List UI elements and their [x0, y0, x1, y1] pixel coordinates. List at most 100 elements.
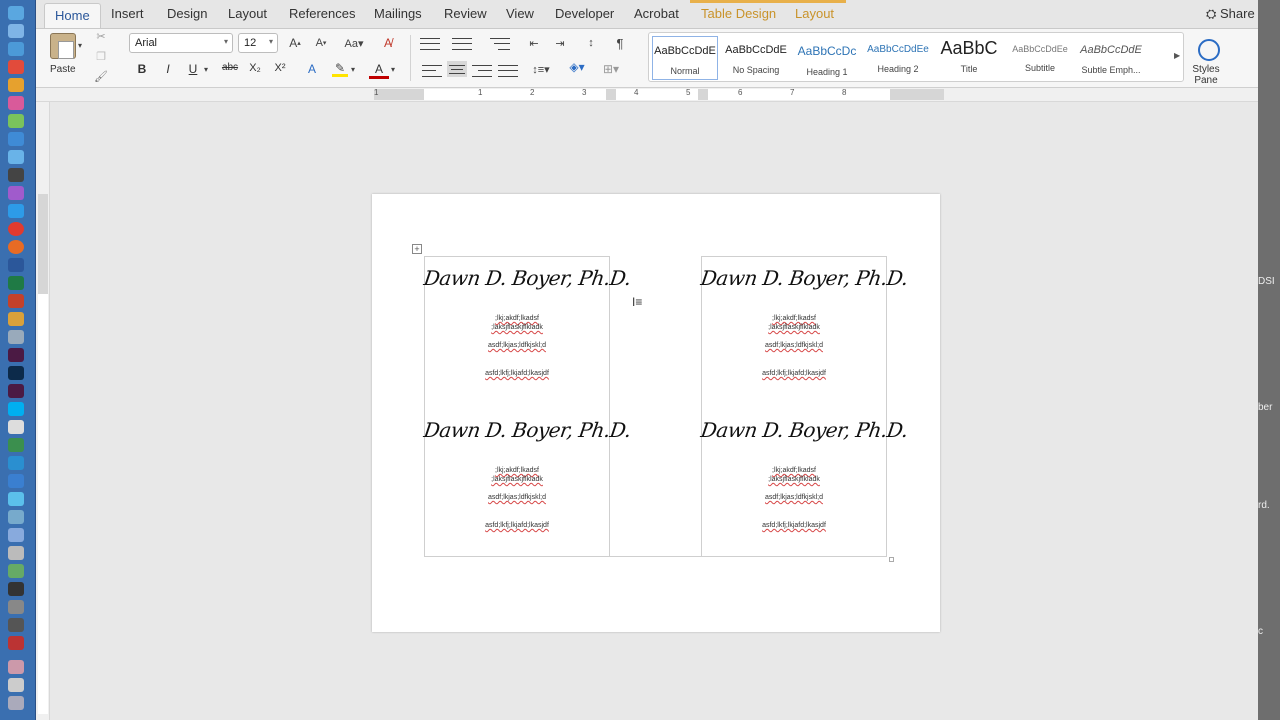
dock-app-icon[interactable]: [8, 348, 24, 362]
table-resize-handle[interactable]: [889, 557, 894, 562]
dock-app-icon[interactable]: [8, 204, 24, 218]
style-normal[interactable]: AaBbCcDdE Normal: [652, 36, 718, 80]
style-subtle-emphasis[interactable]: AaBbCcDdE Subtle Emph...: [1078, 36, 1144, 80]
align-center-icon[interactable]: [447, 61, 467, 77]
dock-app-icon[interactable]: [8, 312, 24, 326]
dock-app-icon[interactable]: [8, 132, 24, 146]
dock-app-icon[interactable]: [8, 510, 24, 524]
dock-app-icon[interactable]: [8, 6, 24, 20]
dock-app-icon[interactable]: [8, 258, 24, 272]
line-spacing-icon[interactable]: ↕≡▾: [526, 61, 556, 77]
share-button[interactable]: ⛭ Share: [1206, 6, 1255, 22]
dock-app-icon[interactable]: [8, 564, 24, 578]
dock-app-icon[interactable]: [8, 420, 24, 434]
dock-app-icon[interactable]: [8, 438, 24, 452]
tab-acrobat[interactable]: Acrobat: [634, 6, 679, 21]
style-title[interactable]: AaBbC Title: [936, 36, 1002, 80]
clear-formatting-icon[interactable]: A̸: [378, 35, 398, 51]
paste-label[interactable]: Paste: [50, 64, 76, 75]
multilevel-list-icon[interactable]: [490, 36, 510, 52]
italic-button[interactable]: I: [158, 62, 178, 76]
tab-insert[interactable]: Insert: [111, 6, 144, 21]
tab-layout[interactable]: Layout: [228, 6, 267, 21]
shrink-font-icon[interactable]: A ▾: [310, 35, 332, 51]
underline-button[interactable]: U: [183, 62, 203, 76]
dock-app-icon[interactable]: [8, 24, 24, 38]
dock-app-icon[interactable]: [8, 402, 24, 416]
tab-view[interactable]: View: [506, 6, 534, 21]
style-heading-1[interactable]: AaBbCcDc Heading 1: [794, 36, 860, 80]
dock-app-icon[interactable]: [8, 546, 24, 560]
dock-app-icon[interactable]: [8, 60, 24, 74]
numbering-icon[interactable]: [452, 36, 472, 52]
tab-references[interactable]: References: [289, 6, 355, 21]
dock-app-icon[interactable]: [8, 528, 24, 542]
dock-app-icon[interactable]: [8, 96, 24, 110]
tab-table-layout[interactable]: Layout: [795, 6, 834, 21]
copy-icon[interactable]: ❐: [94, 49, 108, 63]
tab-mailings[interactable]: Mailings: [374, 6, 422, 21]
change-case-icon[interactable]: Aa▾: [340, 35, 368, 51]
tab-design[interactable]: Design: [167, 6, 207, 21]
dock-app-icon[interactable]: [8, 660, 24, 674]
gallery-next-icon[interactable]: ▶: [1174, 51, 1180, 60]
dock-app-icon[interactable]: [8, 582, 24, 596]
styles-pane-button[interactable]: Styles Pane: [1186, 64, 1226, 86]
style-heading-2[interactable]: AaBbCcDdEe Heading 2: [865, 36, 931, 80]
borders-icon[interactable]: ⊞▾: [596, 61, 626, 77]
show-marks-icon[interactable]: ¶: [610, 35, 630, 51]
table-move-handle-icon[interactable]: +: [412, 244, 422, 254]
dock-app-icon[interactable]: [8, 276, 24, 290]
styles-pane-icon[interactable]: [1198, 39, 1220, 61]
dock-app-icon[interactable]: [8, 384, 24, 398]
dock-app-icon[interactable]: [8, 150, 24, 164]
address-label[interactable]: Dawn D. Boyer, Ph.D. ;lkj;akdf;lkadsf ;l…: [422, 266, 632, 378]
dock-app-icon[interactable]: [8, 222, 24, 236]
style-no-spacing[interactable]: AaBbCcDdE No Spacing: [723, 36, 789, 80]
font-size-combo[interactable]: 12 ▾: [238, 33, 278, 53]
dock-app-icon[interactable]: [8, 240, 24, 254]
increase-indent-icon[interactable]: ⇥: [550, 35, 570, 51]
align-right-icon[interactable]: [472, 63, 492, 79]
dock-app-icon[interactable]: [8, 366, 24, 380]
vertical-ruler[interactable]: [36, 102, 50, 720]
dock-app-icon[interactable]: [8, 330, 24, 344]
dock-app-icon[interactable]: [8, 114, 24, 128]
highlight-dropdown-icon[interactable]: ▾: [351, 65, 355, 74]
dock-app-icon[interactable]: [8, 492, 24, 506]
justify-icon[interactable]: [498, 63, 518, 79]
dock-app-icon[interactable]: [8, 294, 24, 308]
dock-app-icon[interactable]: [8, 78, 24, 92]
shading-icon[interactable]: ◈▾: [564, 59, 590, 75]
cut-icon[interactable]: ✂: [94, 29, 108, 43]
tab-table-design[interactable]: Table Design: [701, 6, 776, 21]
superscript-button[interactable]: X²: [270, 62, 290, 74]
format-painter-icon[interactable]: 🖌: [94, 69, 108, 83]
bold-button[interactable]: B: [132, 62, 152, 76]
address-label[interactable]: Dawn D. Boyer, Ph.D. ;lkj;akdf;lkadsf ;l…: [699, 266, 909, 378]
tab-home[interactable]: Home: [44, 3, 101, 28]
highlight-icon[interactable]: ✎: [332, 61, 348, 77]
dock-app-icon[interactable]: [8, 600, 24, 614]
address-label[interactable]: Dawn D. Boyer, Ph.D. ;lkj;akdf;lkadsf ;l…: [422, 418, 632, 530]
dock-app-icon[interactable]: [8, 456, 24, 470]
tab-review[interactable]: Review: [444, 6, 487, 21]
font-name-combo[interactable]: Arial ▾: [129, 33, 233, 53]
dock-app-icon[interactable]: [8, 42, 24, 56]
tab-developer[interactable]: Developer: [555, 6, 614, 21]
dock-app-icon[interactable]: [8, 696, 24, 710]
horizontal-ruler[interactable]: 1 1 2 3 4 5 6 7 8: [36, 88, 1258, 102]
dock-app-icon[interactable]: [8, 474, 24, 488]
paste-icon[interactable]: [50, 33, 76, 59]
decrease-indent-icon[interactable]: ⇤: [524, 35, 544, 51]
address-label[interactable]: Dawn D. Boyer, Ph.D. ;lkj;akdf;lkadsf ;l…: [699, 418, 909, 530]
style-subtitle[interactable]: AaBbCcDdEe Subtitle: [1007, 36, 1073, 80]
font-color-button[interactable]: A: [369, 62, 389, 79]
paste-dropdown-icon[interactable]: ▾: [78, 41, 82, 50]
sort-icon[interactable]: ↕: [581, 35, 601, 51]
dock-app-icon[interactable]: [8, 618, 24, 632]
dock-app-icon[interactable]: [8, 168, 24, 182]
bullets-icon[interactable]: [420, 36, 440, 52]
dock-app-icon[interactable]: [8, 636, 24, 650]
align-left-icon[interactable]: [422, 63, 442, 79]
